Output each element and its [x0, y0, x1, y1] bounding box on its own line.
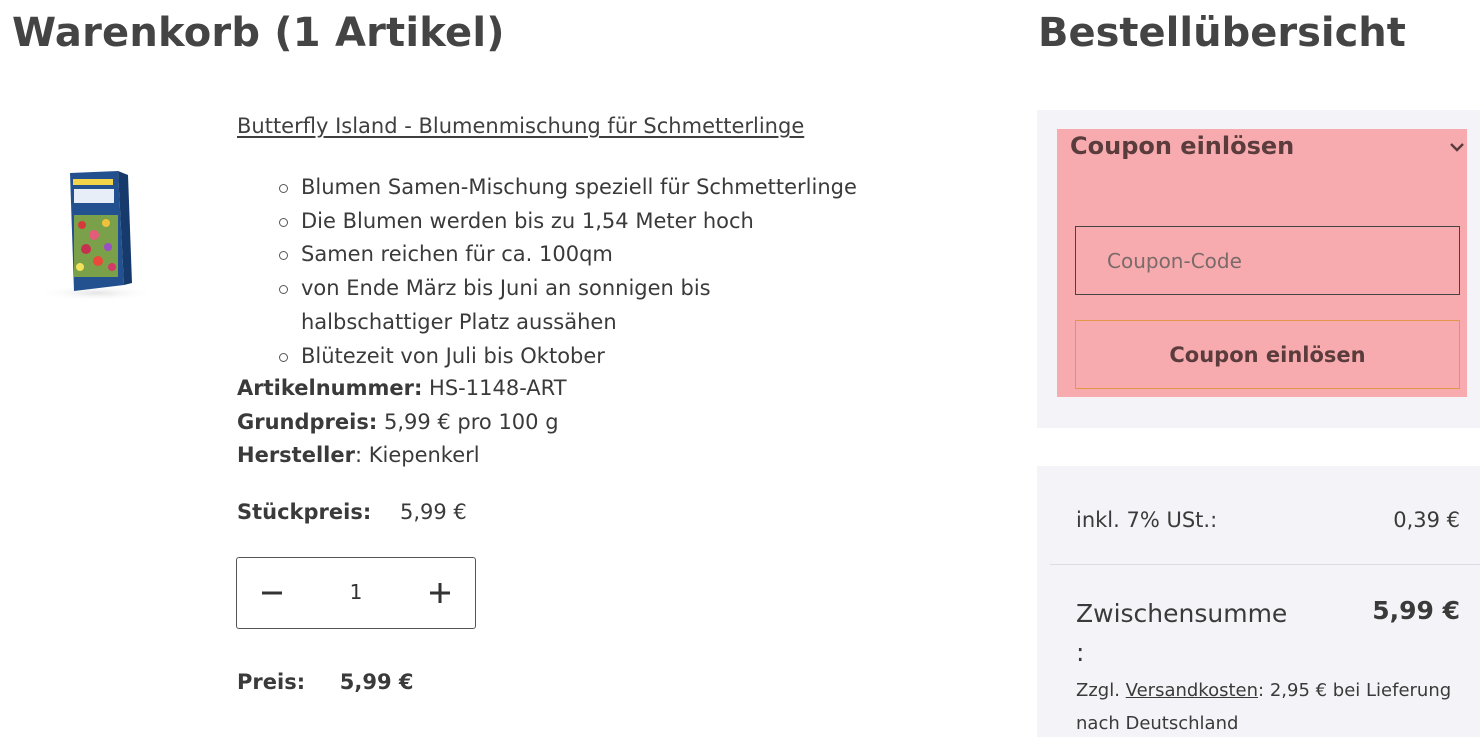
manufacturer-row: Hersteller: Kiepenkerl: [237, 439, 567, 473]
unit-price-label: Stückpreis:: [237, 500, 372, 524]
shipping-costs-link[interactable]: Versandkosten: [1126, 680, 1258, 701]
shipping-prefix: Zzgl.: [1076, 680, 1120, 701]
sku-row: Artikelnummer: HS-1148-ART: [237, 372, 567, 406]
sku-value: HS-1148-ART: [429, 376, 567, 400]
redeem-coupon-button[interactable]: Coupon einlösen: [1075, 320, 1460, 389]
manufacturer-colon: :: [354, 443, 369, 468]
divider: [1050, 564, 1480, 565]
plus-icon: [430, 583, 450, 603]
sku-label: Artikelnummer:: [237, 376, 423, 400]
shipping-note: Zzgl. Versandkosten: 2,95 € bei Lieferun…: [1076, 674, 1456, 737]
quantity-stepper: 1: [236, 557, 476, 629]
chevron-down-icon[interactable]: [1448, 138, 1466, 156]
feature-item: Blütezeit von Juli bis Oktober: [275, 340, 875, 374]
product-feature-list: Blumen Samen-Mischung speziell für Schme…: [275, 171, 875, 373]
feature-item: Blumen Samen-Mischung speziell für Schme…: [275, 171, 875, 205]
manufacturer-value: Kiepenkerl: [368, 443, 480, 468]
product-meta: Artikelnummer: HS-1148-ART Grundpreis: 5…: [237, 372, 567, 473]
base-price-row: Grundpreis: 5,99 € pro 100 g: [237, 406, 567, 440]
price-value: 5,99 €: [339, 670, 414, 694]
feature-item: Die Blumen werden bis zu 1,54 Meter hoch: [275, 205, 875, 239]
base-price-label: Grundpreis:: [237, 409, 378, 434]
feature-item: Samen reichen für ca. 100qm: [275, 238, 875, 272]
base-price-value: 5,99 € pro 100 g: [383, 409, 559, 434]
unit-price: Stückpreis: 5,99 €: [237, 500, 467, 524]
feature-item: von Ende März bis Juni an sonnigen bis h…: [275, 272, 735, 339]
vat-label: inkl. 7% USt.:: [1076, 508, 1218, 532]
unit-price-value: 5,99 €: [399, 500, 467, 524]
subtotal-value: 5,99 €: [1372, 596, 1460, 625]
order-summary-title: Bestellübersicht: [1038, 10, 1406, 56]
manufacturer-label: Hersteller: [237, 443, 355, 468]
product-name-link[interactable]: Butterfly Island - Blumenmischung für Sc…: [237, 114, 804, 138]
decrease-quantity-button[interactable]: [237, 558, 307, 628]
product-image[interactable]: [12, 155, 177, 315]
minus-icon: [262, 591, 282, 595]
price-label: Preis:: [237, 670, 306, 694]
coupon-code-input[interactable]: [1075, 226, 1460, 295]
quantity-value[interactable]: 1: [307, 580, 405, 604]
cart-title: Warenkorb (1 Artikel): [12, 10, 505, 56]
vat-value: 0,39 €: [1393, 508, 1460, 532]
line-total: Preis: 5,99 €: [237, 670, 414, 694]
increase-quantity-button[interactable]: [405, 558, 475, 628]
coupon-heading[interactable]: Coupon einlösen: [1070, 132, 1294, 160]
subtotal-label: Zwischensumme :: [1076, 599, 1288, 667]
